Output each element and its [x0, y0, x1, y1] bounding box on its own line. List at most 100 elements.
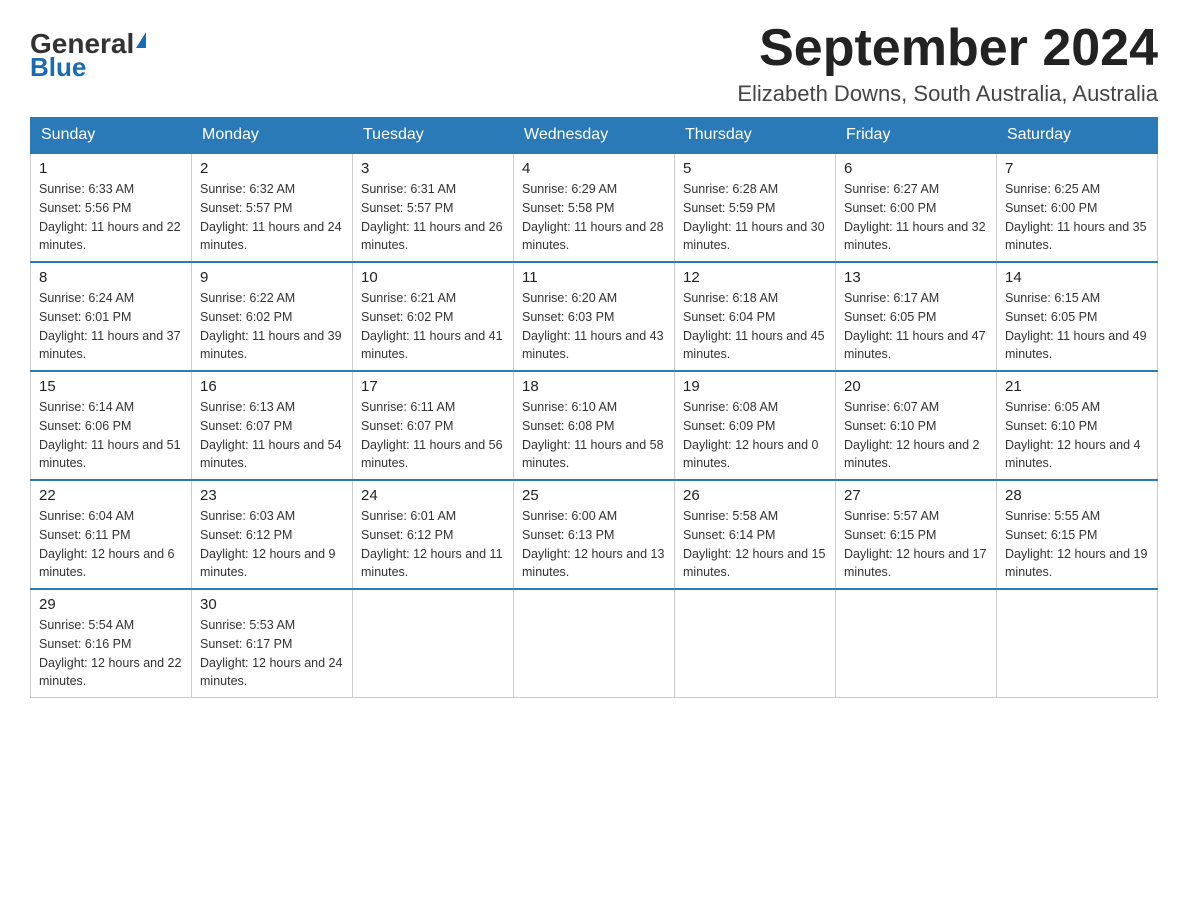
day-number: 6	[844, 160, 988, 177]
table-row: 29 Sunrise: 5:54 AMSunset: 6:16 PMDaylig…	[31, 589, 192, 698]
table-row: 20 Sunrise: 6:07 AMSunset: 6:10 PMDaylig…	[836, 371, 997, 480]
day-info: Sunrise: 6:07 AMSunset: 6:10 PMDaylight:…	[844, 400, 980, 470]
table-row: 1 Sunrise: 6:33 AMSunset: 5:56 PMDayligh…	[31, 153, 192, 262]
page-header: General Blue September 2024 Elizabeth Do…	[30, 20, 1158, 107]
table-row	[675, 589, 836, 698]
day-number: 21	[1005, 378, 1149, 395]
day-info: Sunrise: 6:01 AMSunset: 6:12 PMDaylight:…	[361, 509, 503, 579]
day-info: Sunrise: 6:14 AMSunset: 6:06 PMDaylight:…	[39, 400, 181, 470]
day-number: 3	[361, 160, 505, 177]
table-row: 26 Sunrise: 5:58 AMSunset: 6:14 PMDaylig…	[675, 480, 836, 589]
day-number: 12	[683, 269, 827, 286]
calendar-title: September 2024	[737, 20, 1158, 77]
day-info: Sunrise: 6:29 AMSunset: 5:58 PMDaylight:…	[522, 182, 664, 252]
day-info: Sunrise: 6:21 AMSunset: 6:02 PMDaylight:…	[361, 291, 503, 361]
day-number: 15	[39, 378, 183, 395]
table-row: 24 Sunrise: 6:01 AMSunset: 6:12 PMDaylig…	[353, 480, 514, 589]
table-row: 9 Sunrise: 6:22 AMSunset: 6:02 PMDayligh…	[192, 262, 353, 371]
table-row	[514, 589, 675, 698]
day-number: 28	[1005, 487, 1149, 504]
day-info: Sunrise: 6:04 AMSunset: 6:11 PMDaylight:…	[39, 509, 175, 579]
calendar-table: SundayMondayTuesdayWednesdayThursdayFrid…	[30, 117, 1158, 698]
logo-blue-text: Blue	[30, 54, 86, 80]
table-row	[353, 589, 514, 698]
day-info: Sunrise: 5:58 AMSunset: 6:14 PMDaylight:…	[683, 509, 825, 579]
day-info: Sunrise: 6:00 AMSunset: 6:13 PMDaylight:…	[522, 509, 664, 579]
table-row: 4 Sunrise: 6:29 AMSunset: 5:58 PMDayligh…	[514, 153, 675, 262]
day-info: Sunrise: 6:28 AMSunset: 5:59 PMDaylight:…	[683, 182, 825, 252]
logo: General Blue	[30, 30, 146, 80]
table-row: 17 Sunrise: 6:11 AMSunset: 6:07 PMDaylig…	[353, 371, 514, 480]
day-number: 20	[844, 378, 988, 395]
table-row: 12 Sunrise: 6:18 AMSunset: 6:04 PMDaylig…	[675, 262, 836, 371]
day-number: 30	[200, 596, 344, 613]
week-row-1: 1 Sunrise: 6:33 AMSunset: 5:56 PMDayligh…	[31, 153, 1158, 262]
day-info: Sunrise: 6:27 AMSunset: 6:00 PMDaylight:…	[844, 182, 986, 252]
table-row: 5 Sunrise: 6:28 AMSunset: 5:59 PMDayligh…	[675, 153, 836, 262]
day-info: Sunrise: 6:20 AMSunset: 6:03 PMDaylight:…	[522, 291, 664, 361]
table-row: 10 Sunrise: 6:21 AMSunset: 6:02 PMDaylig…	[353, 262, 514, 371]
day-number: 10	[361, 269, 505, 286]
day-info: Sunrise: 6:18 AMSunset: 6:04 PMDaylight:…	[683, 291, 825, 361]
table-row: 11 Sunrise: 6:20 AMSunset: 6:03 PMDaylig…	[514, 262, 675, 371]
table-row: 7 Sunrise: 6:25 AMSunset: 6:00 PMDayligh…	[997, 153, 1158, 262]
table-row: 30 Sunrise: 5:53 AMSunset: 6:17 PMDaylig…	[192, 589, 353, 698]
week-row-5: 29 Sunrise: 5:54 AMSunset: 6:16 PMDaylig…	[31, 589, 1158, 698]
day-number: 13	[844, 269, 988, 286]
day-number: 14	[1005, 269, 1149, 286]
header-tuesday: Tuesday	[353, 118, 514, 154]
title-area: September 2024 Elizabeth Downs, South Au…	[737, 20, 1158, 107]
day-number: 19	[683, 378, 827, 395]
day-number: 5	[683, 160, 827, 177]
table-row: 13 Sunrise: 6:17 AMSunset: 6:05 PMDaylig…	[836, 262, 997, 371]
day-info: Sunrise: 6:31 AMSunset: 5:57 PMDaylight:…	[361, 182, 503, 252]
table-row: 6 Sunrise: 6:27 AMSunset: 6:00 PMDayligh…	[836, 153, 997, 262]
day-number: 23	[200, 487, 344, 504]
header-saturday: Saturday	[997, 118, 1158, 154]
day-info: Sunrise: 6:22 AMSunset: 6:02 PMDaylight:…	[200, 291, 342, 361]
day-number: 18	[522, 378, 666, 395]
day-number: 29	[39, 596, 183, 613]
day-info: Sunrise: 5:55 AMSunset: 6:15 PMDaylight:…	[1005, 509, 1147, 579]
table-row: 3 Sunrise: 6:31 AMSunset: 5:57 PMDayligh…	[353, 153, 514, 262]
day-info: Sunrise: 6:05 AMSunset: 6:10 PMDaylight:…	[1005, 400, 1141, 470]
day-info: Sunrise: 6:17 AMSunset: 6:05 PMDaylight:…	[844, 291, 986, 361]
table-row	[836, 589, 997, 698]
day-info: Sunrise: 5:57 AMSunset: 6:15 PMDaylight:…	[844, 509, 986, 579]
day-number: 2	[200, 160, 344, 177]
table-row: 28 Sunrise: 5:55 AMSunset: 6:15 PMDaylig…	[997, 480, 1158, 589]
table-row: 25 Sunrise: 6:00 AMSunset: 6:13 PMDaylig…	[514, 480, 675, 589]
day-number: 22	[39, 487, 183, 504]
day-info: Sunrise: 6:15 AMSunset: 6:05 PMDaylight:…	[1005, 291, 1147, 361]
day-number: 17	[361, 378, 505, 395]
table-row: 14 Sunrise: 6:15 AMSunset: 6:05 PMDaylig…	[997, 262, 1158, 371]
day-info: Sunrise: 6:11 AMSunset: 6:07 PMDaylight:…	[361, 400, 503, 470]
header-monday: Monday	[192, 118, 353, 154]
day-info: Sunrise: 6:33 AMSunset: 5:56 PMDaylight:…	[39, 182, 181, 252]
header-wednesday: Wednesday	[514, 118, 675, 154]
day-info: Sunrise: 6:24 AMSunset: 6:01 PMDaylight:…	[39, 291, 181, 361]
table-row: 2 Sunrise: 6:32 AMSunset: 5:57 PMDayligh…	[192, 153, 353, 262]
logo-triangle-icon	[136, 32, 146, 48]
day-number: 7	[1005, 160, 1149, 177]
table-row: 18 Sunrise: 6:10 AMSunset: 6:08 PMDaylig…	[514, 371, 675, 480]
header-thursday: Thursday	[675, 118, 836, 154]
day-info: Sunrise: 6:08 AMSunset: 6:09 PMDaylight:…	[683, 400, 819, 470]
table-row: 23 Sunrise: 6:03 AMSunset: 6:12 PMDaylig…	[192, 480, 353, 589]
table-row: 8 Sunrise: 6:24 AMSunset: 6:01 PMDayligh…	[31, 262, 192, 371]
table-row: 27 Sunrise: 5:57 AMSunset: 6:15 PMDaylig…	[836, 480, 997, 589]
day-number: 26	[683, 487, 827, 504]
day-info: Sunrise: 5:53 AMSunset: 6:17 PMDaylight:…	[200, 618, 342, 688]
day-info: Sunrise: 6:25 AMSunset: 6:00 PMDaylight:…	[1005, 182, 1147, 252]
day-number: 27	[844, 487, 988, 504]
week-row-4: 22 Sunrise: 6:04 AMSunset: 6:11 PMDaylig…	[31, 480, 1158, 589]
day-number: 24	[361, 487, 505, 504]
week-row-2: 8 Sunrise: 6:24 AMSunset: 6:01 PMDayligh…	[31, 262, 1158, 371]
day-number: 16	[200, 378, 344, 395]
day-number: 8	[39, 269, 183, 286]
header-sunday: Sunday	[31, 118, 192, 154]
calendar-subtitle: Elizabeth Downs, South Australia, Austra…	[737, 81, 1158, 107]
day-number: 9	[200, 269, 344, 286]
day-number: 25	[522, 487, 666, 504]
day-number: 11	[522, 269, 666, 286]
